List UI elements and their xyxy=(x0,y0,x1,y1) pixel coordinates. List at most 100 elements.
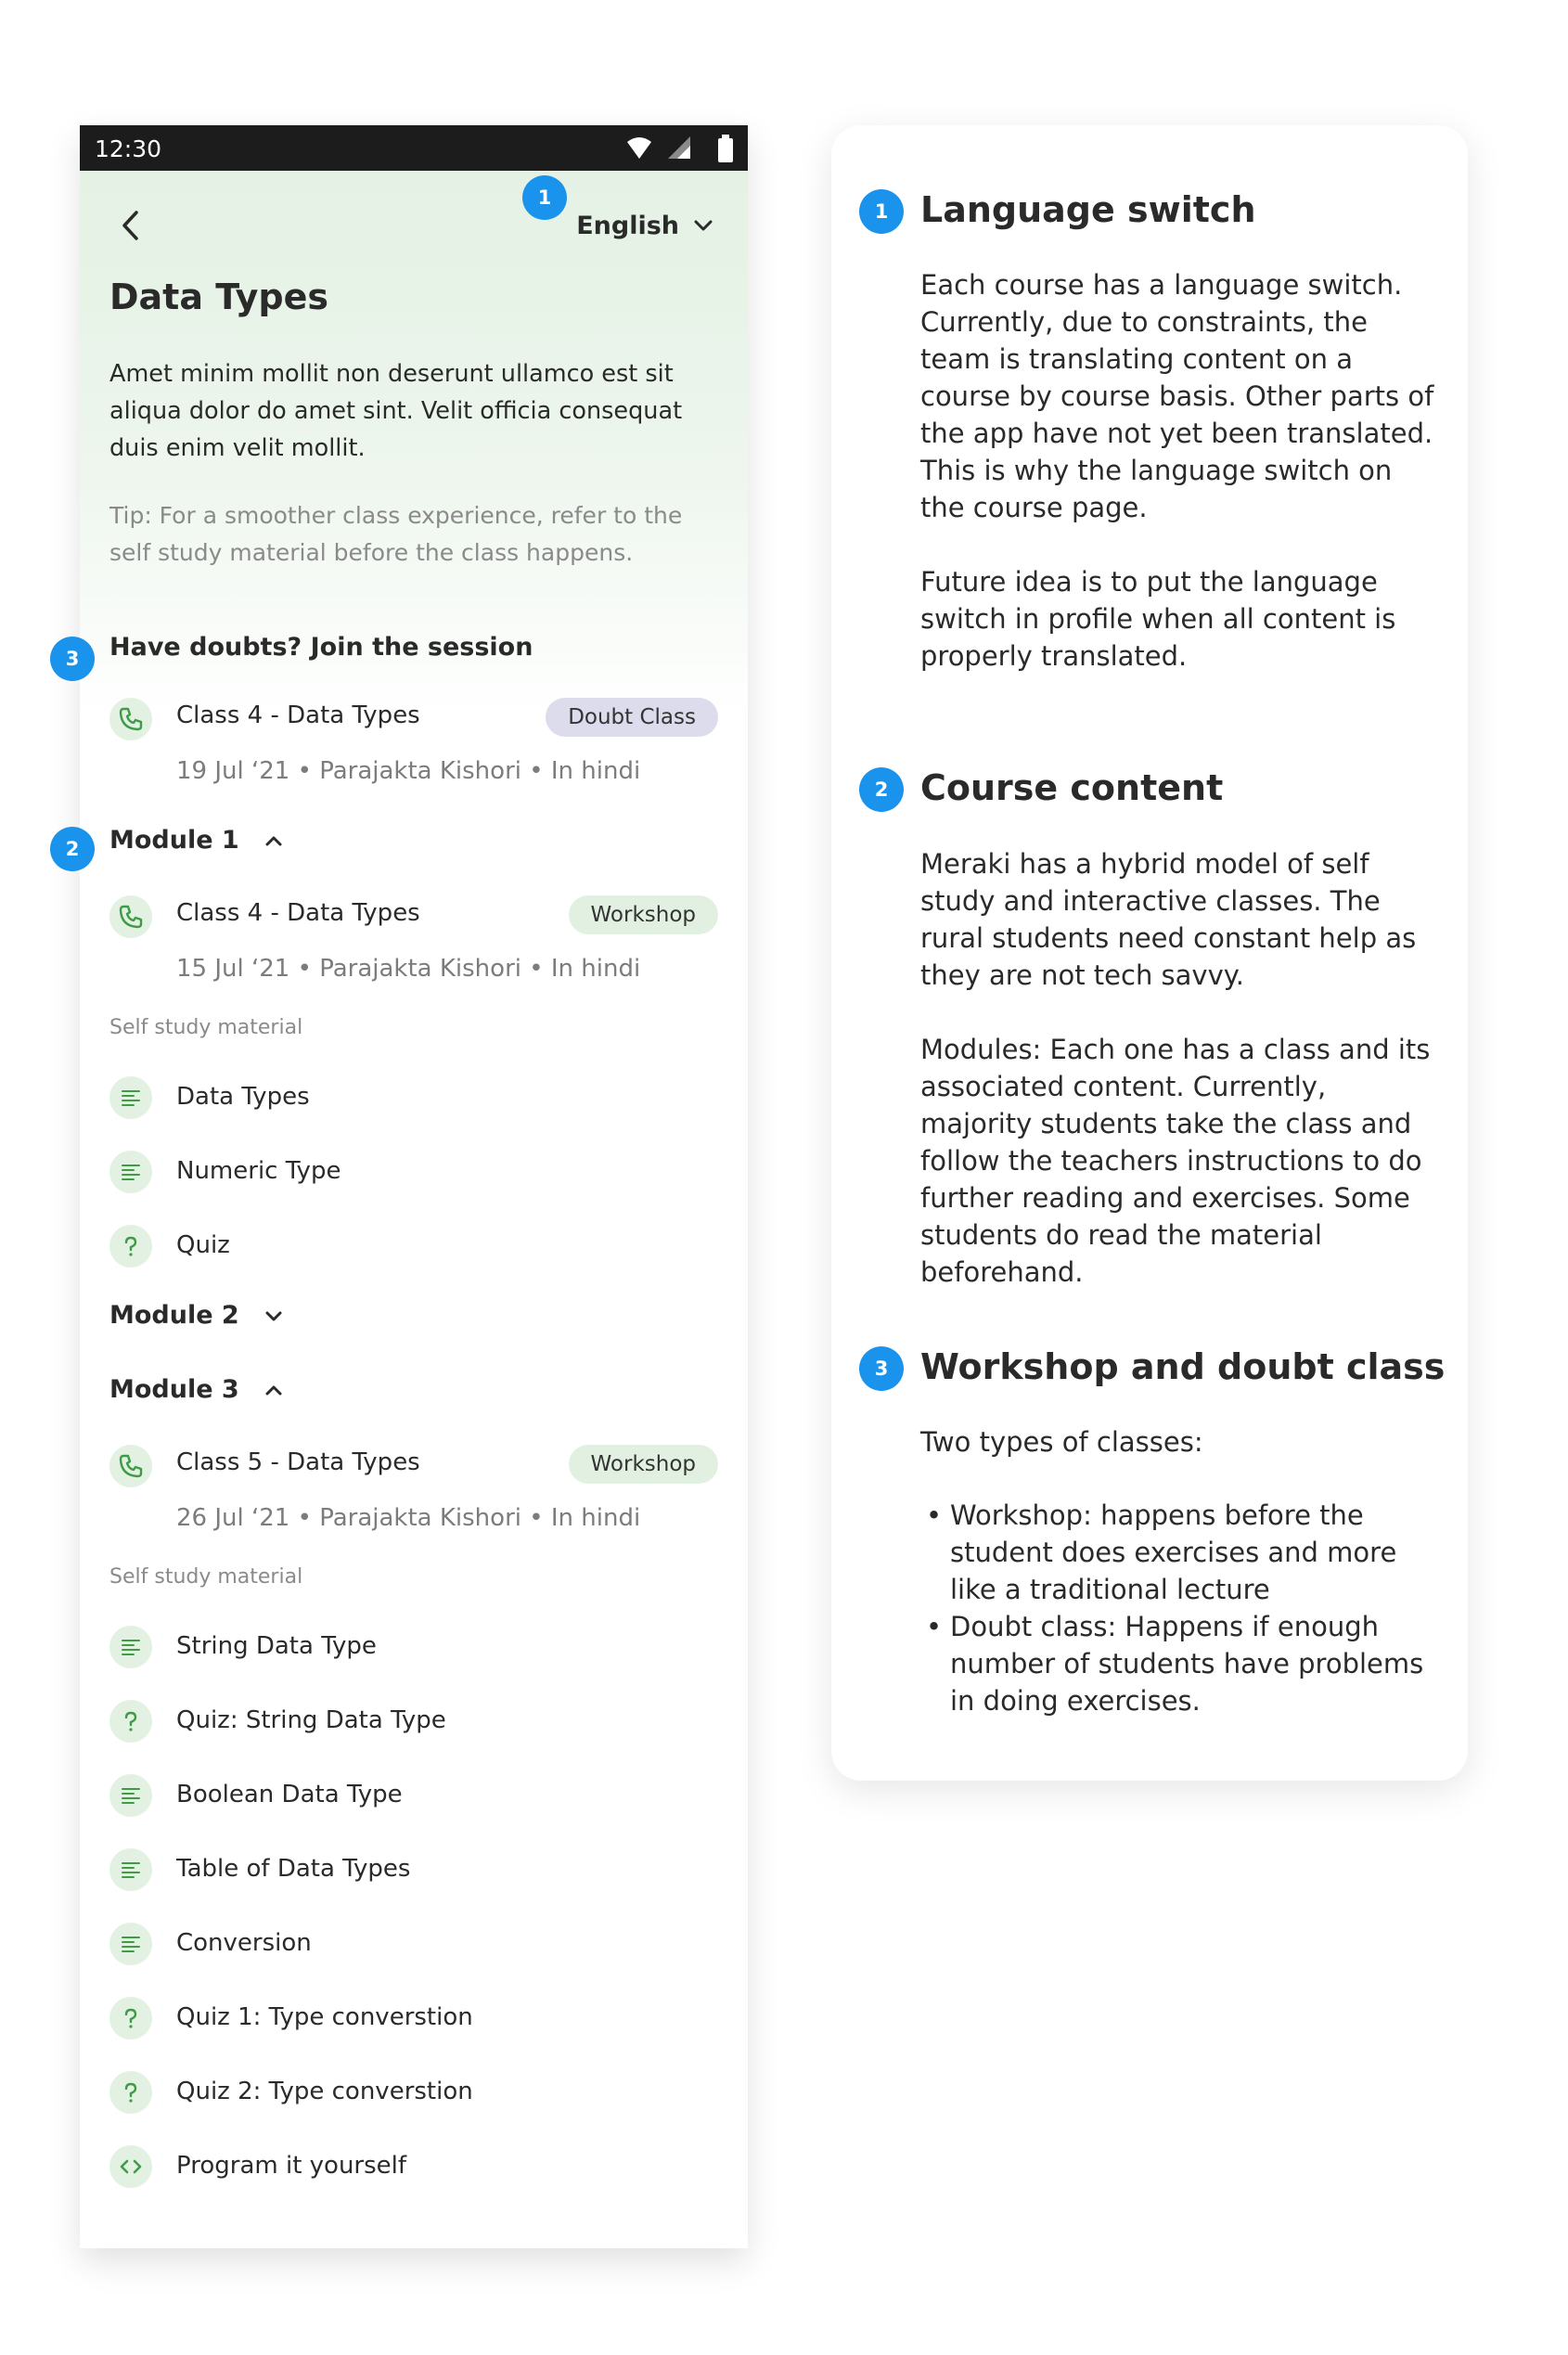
class-icon-wrap xyxy=(109,698,152,740)
self-study-label: Self study material xyxy=(109,1016,303,1039)
note-marker-1: 1 xyxy=(859,189,904,234)
material-icon-wrap xyxy=(109,1225,152,1268)
material-item[interactable]: Quiz xyxy=(109,1225,666,1268)
note-title: Course content xyxy=(920,767,1224,808)
material-label: Quiz: String Data Type xyxy=(176,1706,446,1734)
document-icon xyxy=(122,1937,140,1952)
question-icon xyxy=(124,2082,137,2103)
course-description: Amet minim mollit non deserunt ullamco e… xyxy=(109,360,683,462)
question-icon xyxy=(124,1236,137,1256)
doubts-heading-text: Have doubts? Join the session xyxy=(109,633,533,662)
module-1-header[interactable]: Module 1 xyxy=(109,826,288,855)
doubt-class-item[interactable]: Class 4 - Data Types Doubt Class 19 Jul … xyxy=(109,698,718,791)
material-item[interactable]: Program it yourself xyxy=(109,2145,666,2188)
note-marker-3: 3 xyxy=(859,1346,904,1391)
back-button[interactable] xyxy=(111,205,152,246)
battery-icon xyxy=(718,135,733,162)
material-icon-wrap xyxy=(109,1997,152,2040)
material-item[interactable]: Boolean Data Type xyxy=(109,1774,666,1817)
document-icon xyxy=(122,1090,140,1106)
workshop-class-item[interactable]: Class 4 - Data Types Workshop 15 Jul ‘21… xyxy=(109,895,718,988)
material-item[interactable]: Quiz 1: Type converstion xyxy=(109,1997,666,2040)
class-title: Class 4 - Data Types xyxy=(176,899,420,927)
material-icon-wrap xyxy=(109,1076,152,1119)
module-2-header[interactable]: Module 2 xyxy=(109,1301,288,1330)
material-label: Table of Data Types xyxy=(176,1855,411,1883)
question-icon xyxy=(124,2008,137,2028)
document-icon xyxy=(122,1788,140,1804)
doubts-heading: Have doubts? Join the session xyxy=(109,633,533,662)
material-icon-wrap xyxy=(109,1700,152,1743)
signal-icon xyxy=(668,136,690,159)
material-item[interactable]: Numeric Type xyxy=(109,1151,666,1193)
chevron-up-icon xyxy=(265,836,282,845)
material-item[interactable]: Table of Data Types xyxy=(109,1848,666,1891)
video-call-icon xyxy=(119,1454,143,1478)
material-icon-wrap xyxy=(109,2145,152,2188)
material-icon-wrap xyxy=(109,1923,152,1965)
note-marker-2: 2 xyxy=(859,767,904,812)
video-call-icon xyxy=(119,707,143,731)
material-icon-wrap xyxy=(109,1774,152,1817)
wifi-icon xyxy=(627,137,651,159)
material-label: Quiz 2: Type converstion xyxy=(176,2078,473,2105)
material-item[interactable]: Quiz: String Data Type xyxy=(109,1700,666,1743)
page-title: Data Types xyxy=(109,277,328,317)
chevron-down-icon xyxy=(265,1311,282,1320)
workshop-badge: Workshop xyxy=(568,895,718,934)
class-meta: 26 Jul ‘21 • Parajakta Kishori • In hind… xyxy=(176,1504,641,1532)
class-meta: 19 Jul ‘21 • Parajakta Kishori • In hind… xyxy=(176,757,641,785)
note-paragraph: Future idea is to put the language switc… xyxy=(920,566,1396,672)
language-switch[interactable]: English xyxy=(576,205,714,246)
document-icon xyxy=(122,1640,140,1655)
material-item[interactable]: Conversion xyxy=(109,1923,666,1965)
note-title: Workshop and doubt class xyxy=(920,1346,1446,1387)
video-call-icon xyxy=(119,905,143,929)
material-item[interactable]: Quiz 2: Type converstion xyxy=(109,2071,666,2114)
annotation-marker-1: 1 xyxy=(522,175,567,220)
chevron-up-icon xyxy=(265,1385,282,1395)
material-icon-wrap xyxy=(109,1848,152,1891)
note-bullet-list: Workshop: happens before the student doe… xyxy=(920,1497,1440,1719)
material-icon-wrap xyxy=(109,2071,152,2114)
material-icon-wrap xyxy=(109,1151,152,1193)
material-label: Quiz xyxy=(176,1231,230,1259)
material-label: Conversion xyxy=(176,1929,312,1957)
material-item[interactable]: String Data Type xyxy=(109,1626,666,1668)
note-bullet: Doubt class: Happens if enough number of… xyxy=(920,1608,1440,1719)
material-label: Quiz 1: Type converstion xyxy=(176,2003,473,2031)
material-label: Data Types xyxy=(176,1083,310,1111)
material-label: String Data Type xyxy=(176,1632,377,1660)
note-paragraph: Modules: Each one has a class and its as… xyxy=(920,1034,1431,1288)
annotation-marker-2: 2 xyxy=(50,827,95,871)
class-title: Class 4 - Data Types xyxy=(176,701,420,729)
class-title: Class 5 - Data Types xyxy=(176,1448,420,1476)
module-name: Module 2 xyxy=(109,1301,239,1330)
note-bullet: Workshop: happens before the student doe… xyxy=(920,1497,1440,1608)
code-icon xyxy=(120,2159,142,2174)
phone-screen: 12:30 English Data Types Amet minim moll… xyxy=(80,125,748,2248)
question-icon xyxy=(124,1711,137,1731)
module-name: Module 1 xyxy=(109,826,239,855)
material-icon-wrap xyxy=(109,1626,152,1668)
class-icon-wrap xyxy=(109,895,152,938)
class-meta: 15 Jul ‘21 • Parajakta Kishori • In hind… xyxy=(176,955,641,983)
module-3-header[interactable]: Module 3 xyxy=(109,1375,288,1404)
workshop-class-item[interactable]: Class 5 - Data Types Workshop 26 Jul ‘21… xyxy=(109,1445,718,1538)
document-icon xyxy=(122,1165,140,1180)
note-paragraph: Meraki has a hybrid model of self study … xyxy=(920,848,1417,991)
status-bar: 12:30 xyxy=(80,125,748,171)
self-study-label: Self study material xyxy=(109,1565,303,1589)
note-intro: Two types of classes: xyxy=(920,1426,1203,1458)
back-arrow-icon xyxy=(122,211,138,240)
material-label: Boolean Data Type xyxy=(176,1781,403,1808)
notes-card: 1 Language switch Each course has a lang… xyxy=(831,125,1468,1781)
material-label: Numeric Type xyxy=(176,1157,341,1185)
note-paragraph: Each course has a language switch. Curre… xyxy=(920,269,1434,523)
note-title: Language switch xyxy=(920,189,1256,230)
module-name: Module 3 xyxy=(109,1375,239,1404)
material-item[interactable]: Data Types xyxy=(109,1076,666,1119)
doubt-class-badge: Doubt Class xyxy=(546,698,718,737)
chevron-down-icon xyxy=(694,220,713,231)
material-label: Program it yourself xyxy=(176,2152,407,2180)
